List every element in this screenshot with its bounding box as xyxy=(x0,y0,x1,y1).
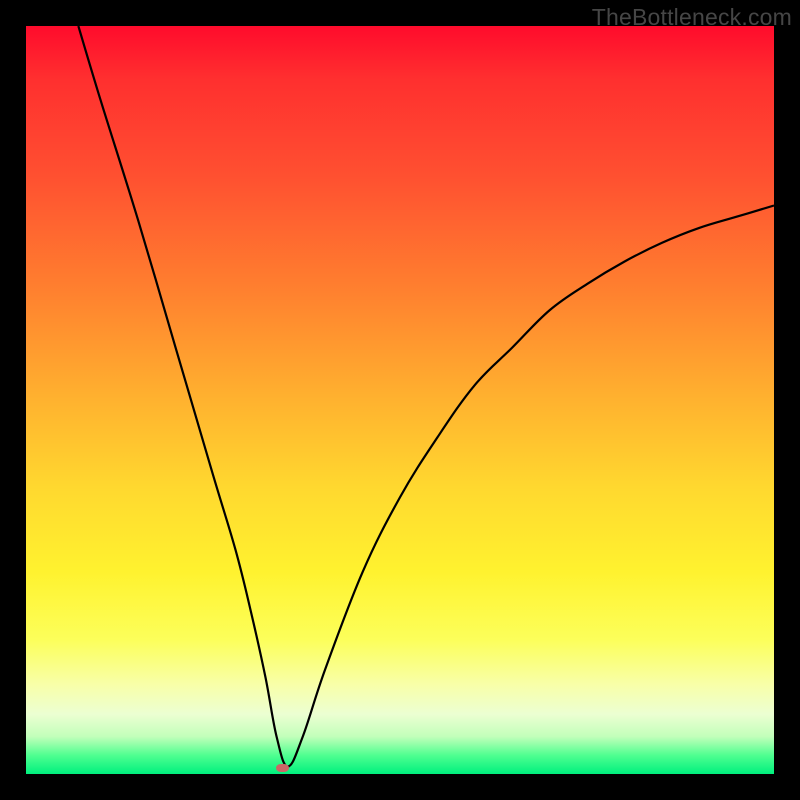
bottleneck-curve xyxy=(26,26,774,774)
curve-path xyxy=(78,26,774,767)
watermark-text: TheBottleneck.com xyxy=(592,4,792,31)
plot-area xyxy=(26,26,774,774)
chart-frame: TheBottleneck.com xyxy=(0,0,800,800)
